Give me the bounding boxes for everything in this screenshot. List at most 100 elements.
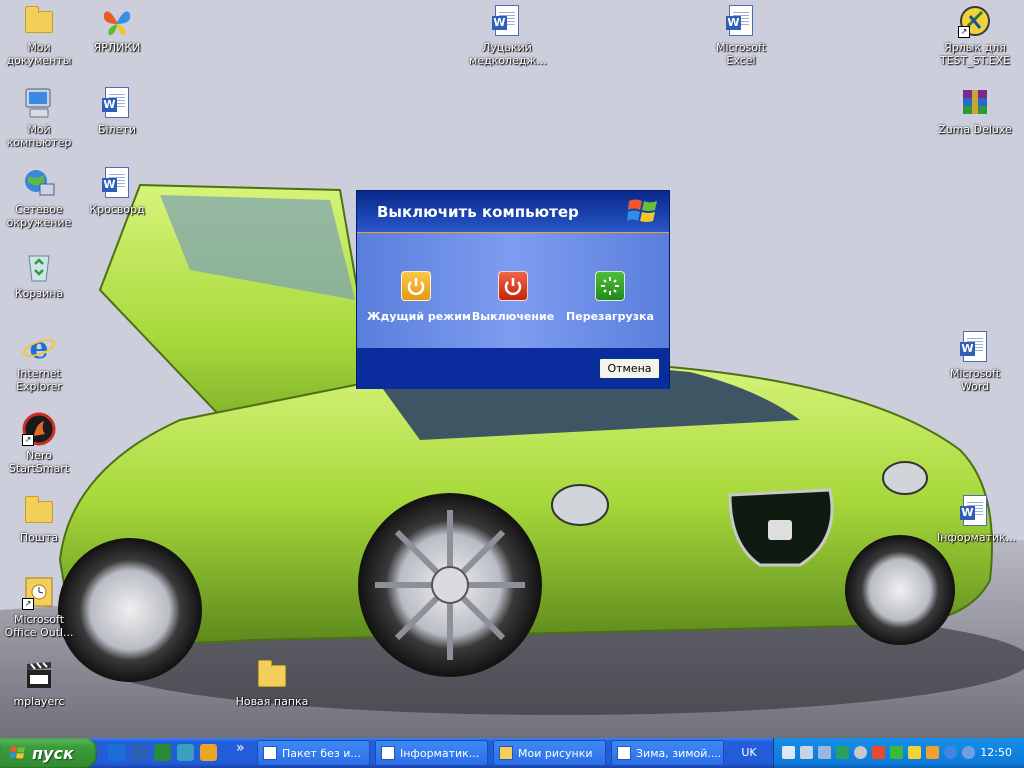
windows-logo-icon [627,199,657,222]
tray-display-icon[interactable] [800,746,813,759]
cancel-button[interactable]: Отмена [599,358,660,379]
quicklaunch-more-button[interactable]: » [236,740,245,756]
desktop-icon-crossword[interactable]: W Кросворд [79,166,155,216]
outlook-icon: ↗ [22,576,56,610]
tray-cd-icon[interactable] [854,746,867,759]
desktop-icon-informatics[interactable]: W Інформатик... [937,494,1017,544]
tray-security-icon[interactable] [908,746,921,759]
quicklaunch-word-icon[interactable] [131,744,148,761]
desktop-icon-label: Мои документы [6,41,72,67]
taskbar-button[interactable]: Мои рисунки [493,740,606,766]
shutdown-button[interactable]: Выключение [464,271,562,323]
shutdown-dialog: Выключить компьютер Ждущий режим Выключе… [356,190,670,389]
desktop-icon-label: Microsoft Office Outl... [4,613,74,639]
desktop-icon-label: Internet Explorer [16,367,62,393]
word-document-icon: W [958,494,992,528]
tray-volume-icon[interactable] [872,746,885,759]
standby-button[interactable]: Ждущий режим [367,271,471,323]
desktop-icon-label: Мой компьютер [6,123,72,149]
taskbar-button-label: Інформатик... [400,747,480,760]
quicklaunch-ie-icon[interactable] [108,744,125,761]
standby-label: Ждущий режим [367,310,471,323]
desktop-icon-microsoft-excel[interactable]: W Microsoft Excel [703,4,779,67]
desktop-icon-label: Інформатик... [937,531,1017,544]
tray-globe-icon[interactable] [944,746,957,759]
taskbar-clock[interactable]: 12:50 [980,746,1012,759]
desktop-icon-mplayerc[interactable]: mplayerc [1,658,77,708]
start-button[interactable]: пуск [0,738,97,768]
tray-app-icon[interactable] [836,746,849,759]
desktop-icon-network[interactable]: Сетевое окружение [1,166,77,229]
word-icon [381,746,395,760]
taskbar-button-label: Мои рисунки [518,747,593,760]
word-document-icon: W [490,4,524,38]
shortcut-arrow-icon: ↗ [958,26,970,38]
clapperboard-icon [22,658,56,692]
desktop-icon-shortcuts[interactable]: ЯРЛИКИ [79,4,155,54]
power-icon [498,271,528,301]
tray-network-icon[interactable] [782,746,795,759]
desktop-icon-label: Zuma Deluxe [938,123,1012,136]
desktop[interactable]: Мои документы ЯРЛИКИ Мой компьютер W Біл… [0,0,1024,738]
desktop-icon-label: Microsoft Excel [715,41,767,67]
desktop-icon-label: ЯРЛИКИ [93,41,141,54]
dialog-title: Выключить компьютер [377,203,579,221]
desktop-icon-internet-explorer[interactable]: e Internet Explorer [1,330,77,393]
desktop-icon-outlook[interactable]: ↗ Microsoft Office Outl... [1,576,77,639]
taskbar: пуск » Пакет без и... Інформатик... Мои … [0,738,1024,768]
desktop-icon-label: Microsoft Word [949,367,1001,393]
restart-button[interactable]: Перезагрузка [561,271,659,323]
desktop-icon-label: Білети [98,123,136,136]
word-document-icon: W [958,330,992,364]
standby-icon [401,271,431,301]
taskbar-button-label: Зима, зимой.... [636,747,720,760]
taskbar-button[interactable]: Пакет без и... [257,740,370,766]
desktop-icon-label: Новая папка [235,695,309,708]
desktop-icon-recycle-bin[interactable]: Корзина [1,250,77,300]
folder-icon [255,658,289,692]
desktop-icon-tickets[interactable]: W Білети [79,86,155,136]
desktop-icon-test-shortcut[interactable]: ↗ Ярлык для TEST_ST.EXE [937,4,1013,67]
restart-icon [595,271,625,301]
tray-antivirus-icon[interactable] [890,746,903,759]
folder-icon [499,746,513,760]
desktop-icon-label: Пошта [19,531,59,544]
svg-text:e: e [29,331,48,364]
nero-icon: ↗ [22,412,56,446]
taskbar-button[interactable]: Зима, зимой.... [611,740,724,766]
desktop-icon-label: Nero StartSmart [8,449,70,475]
taskbar-button[interactable]: Інформатик... [375,740,488,766]
desktop-icon-label: Ярлык для TEST_ST.EXE [939,41,1011,67]
word-icon [617,746,631,760]
desktop-icon-label: mplayerc [13,695,65,708]
desktop-icon-nero[interactable]: ↗ Nero StartSmart [1,412,77,475]
tray-computer-icon[interactable] [818,746,831,759]
start-label: пуск [32,744,74,763]
desktop-icon-mail-folder[interactable]: Пошта [1,494,77,544]
test-app-icon: ↗ [958,4,992,38]
tray-update-icon[interactable] [926,746,939,759]
winrar-icon [958,86,992,120]
dialog-footer: Отмена [357,348,669,389]
quicklaunch-excel-icon[interactable] [154,744,171,761]
desktop-icon-my-computer[interactable]: Мой компьютер [1,86,77,149]
recycle-bin-icon [22,250,56,284]
dialog-header: Выключить компьютер [357,191,669,233]
dialog-body: Ждущий режим Выключение Перезагрузка [357,233,669,348]
desktop-icon-microsoft-word[interactable]: W Microsoft Word [937,330,1013,393]
shortcut-arrow-icon: ↗ [22,434,34,446]
tray-help-icon[interactable] [962,746,975,759]
butterfly-icon [100,4,134,38]
language-indicator[interactable]: UK [739,744,759,761]
quicklaunch-app-icon[interactable] [200,744,217,761]
word-document-icon: W [100,166,134,200]
shutdown-label: Выключение [471,310,555,323]
desktop-icon-my-documents[interactable]: Мои документы [1,4,77,67]
desktop-icon-lutsk-college[interactable]: W Луцький медколедж... [469,4,547,67]
quicklaunch-browser-icon[interactable] [177,744,194,761]
internet-explorer-icon: e [22,330,56,366]
desktop-icon-new-folder[interactable]: Новая папка [234,658,310,708]
system-tray: 12:50 [773,738,1024,768]
shortcut-arrow-icon: ↗ [22,598,34,610]
desktop-icon-zuma[interactable]: Zuma Deluxe [937,86,1013,136]
